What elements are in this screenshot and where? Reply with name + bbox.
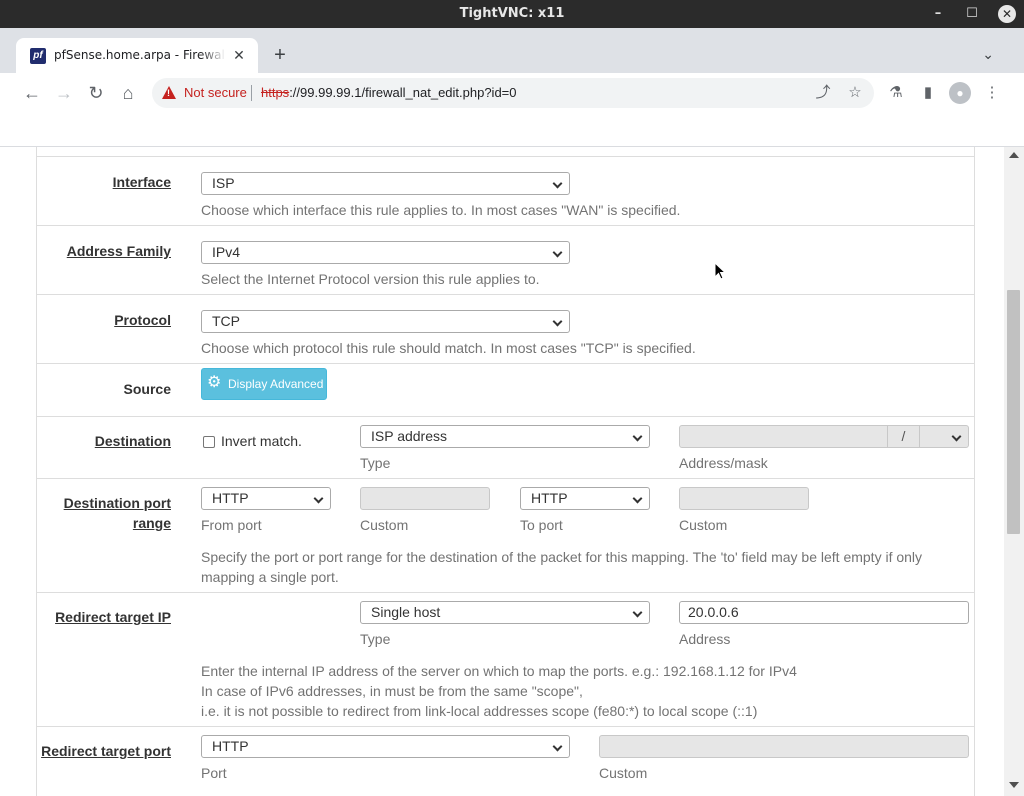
page-viewport: Interface ISP Choose which interface thi… xyxy=(0,147,1024,796)
browser-menu-icon[interactable]: ⋮ xyxy=(981,82,1003,104)
interface-label: Interface xyxy=(112,174,171,190)
gear-icon: ⚙ xyxy=(207,374,222,391)
address-bar[interactable]: Not secure https://99.99.99.1/firewall_n… xyxy=(152,78,874,108)
row-destination-port-range: Destination port range HTTP From port Cu… xyxy=(37,478,974,592)
url-text[interactable]: https://99.99.99.1/firewall_nat_edit.php… xyxy=(261,85,517,100)
nat-edit-panel: Interface ISP Choose which interface thi… xyxy=(36,147,975,796)
invert-match-label[interactable]: Invert match. xyxy=(221,431,302,451)
protocol-help: Choose which protocol this rule should m… xyxy=(201,340,696,356)
destination-port-label-line1: Destination port xyxy=(63,495,171,511)
redirect-type-label: Type xyxy=(360,631,391,647)
to-port-custom-input[interactable] xyxy=(679,487,809,510)
url-scheme: https xyxy=(261,85,290,100)
row-redirect-target-port: Redirect target port HTTP Port Custom xyxy=(37,726,974,796)
source-label: Source xyxy=(123,381,171,397)
window-title-text: TightVNC: x11 xyxy=(459,6,565,21)
to-port-custom-label: Custom xyxy=(679,517,728,533)
from-port-label: From port xyxy=(201,517,262,533)
close-window-icon[interactable]: ✕ xyxy=(998,5,1016,23)
new-tab-icon[interactable]: + xyxy=(268,44,292,68)
tab-close-icon[interactable]: ✕ xyxy=(230,46,248,64)
redirect-port-select[interactable]: HTTP xyxy=(201,735,570,758)
share-icon[interactable]: ⤴ xyxy=(814,84,832,102)
destination-address-input[interactable] xyxy=(679,425,888,448)
destination-port-label-line2: range xyxy=(132,515,171,531)
to-port-label: To port xyxy=(520,517,563,533)
scroll-down-icon[interactable] xyxy=(1009,782,1019,788)
display-advanced-label: Display Advanced xyxy=(228,377,324,391)
redirect-type-select[interactable]: Single host xyxy=(360,601,650,624)
url-path: ://99.99.99.1/firewall_nat_edit.php?id=0 xyxy=(289,85,517,100)
browser-tab[interactable]: pf pfSense.home.arpa - Firewall: NAT: Po… xyxy=(16,38,258,73)
address-family-help: Select the Internet Protocol version thi… xyxy=(201,271,540,287)
tab-title: pfSense.home.arpa - Firewall: NAT: Port … xyxy=(54,48,226,62)
protocol-label: Protocol xyxy=(114,312,171,328)
from-port-select[interactable]: HTTP xyxy=(201,487,331,510)
row-interface: Interface ISP Choose which interface thi… xyxy=(37,156,974,225)
back-icon[interactable]: ← xyxy=(20,81,44,105)
maximize-icon[interactable]: ☐ xyxy=(964,6,980,22)
protocol-select[interactable]: TCP xyxy=(201,310,570,333)
redirect-port-label: Redirect target port xyxy=(41,743,171,759)
redirect-ip-help-line1: Enter the internal IP address of the ser… xyxy=(201,663,797,679)
browser-toolbar: ← → ↻ ⌂ Not secure https://99.99.99.1/fi… xyxy=(0,73,1024,113)
interface-help: Choose which interface this rule applies… xyxy=(201,202,681,218)
address-family-select[interactable]: IPv4 xyxy=(201,241,570,264)
security-status[interactable]: Not secure xyxy=(184,85,247,100)
profile-avatar-icon[interactable]: ● xyxy=(949,82,971,104)
window-controls: – ☐ ✕ xyxy=(930,0,1016,28)
tab-search-icon[interactable]: ⌄ xyxy=(982,46,994,63)
side-panel-icon[interactable]: ▮ xyxy=(917,82,939,104)
destination-type-label: Type xyxy=(360,455,391,471)
bookmarks-bar xyxy=(0,113,1024,147)
page-scrollbar[interactable] xyxy=(1004,147,1024,796)
redirect-ip-label: Redirect target IP xyxy=(55,609,171,625)
warning-icon[interactable] xyxy=(162,86,176,99)
interface-select[interactable]: ISP xyxy=(201,172,570,195)
redirect-ip-help-line2: In case of IPv6 addresses, in must be fr… xyxy=(201,683,583,699)
extensions-icon[interactable]: ⚗ xyxy=(885,82,907,104)
destination-port-help-line1: Specify the port or port range for the d… xyxy=(201,549,923,565)
row-source: Source xyxy=(37,363,974,416)
to-port-select[interactable]: HTTP xyxy=(520,487,650,510)
row-address-family: Address Family IPv4 Select the Internet … xyxy=(37,225,974,294)
from-port-custom-label: Custom xyxy=(360,517,409,533)
destination-mask-select[interactable] xyxy=(919,425,969,448)
omnibox-divider xyxy=(251,85,252,101)
pfsense-favicon-icon: pf xyxy=(30,48,46,64)
display-advanced-button[interactable]: ⚙ Display Advanced xyxy=(201,368,327,400)
destination-type-select[interactable]: ISP address xyxy=(360,425,650,448)
row-destination: Destination Invert match. ISP address Ty… xyxy=(37,416,974,478)
reload-icon[interactable]: ↻ xyxy=(84,81,108,105)
redirect-port-label-sub: Port xyxy=(201,765,227,781)
row-protocol: Protocol TCP Choose which protocol this … xyxy=(37,294,974,363)
redirect-ip-help-line3: i.e. it is not possible to redirect from… xyxy=(201,703,758,719)
redirect-address-label: Address xyxy=(679,631,731,647)
destination-label: Destination xyxy=(94,433,171,449)
row-redirect-target-ip: Redirect target IP Single host Type 20.0… xyxy=(37,592,974,726)
home-icon[interactable]: ⌂ xyxy=(116,81,140,105)
address-family-label: Address Family xyxy=(66,243,171,259)
redirect-address-input[interactable]: 20.0.0.6 xyxy=(679,601,969,624)
from-port-custom-input[interactable] xyxy=(360,487,490,510)
scroll-up-icon[interactable] xyxy=(1009,152,1019,158)
invert-match-checkbox[interactable] xyxy=(203,436,215,448)
bookmark-star-icon[interactable]: ☆ xyxy=(846,84,864,102)
minimize-icon[interactable]: – xyxy=(930,6,946,22)
redirect-port-custom-input[interactable] xyxy=(599,735,969,758)
destination-port-help-line2: mapping a single port. xyxy=(201,569,339,585)
redirect-port-custom-label: Custom xyxy=(599,765,648,781)
vnc-window-title: TightVNC: x11 – ☐ ✕ xyxy=(0,0,1024,28)
forward-icon[interactable]: → xyxy=(52,81,76,105)
scroll-thumb[interactable] xyxy=(1007,290,1020,534)
mask-slash-addon: / xyxy=(887,425,920,448)
destination-address-label: Address/mask xyxy=(679,455,768,471)
